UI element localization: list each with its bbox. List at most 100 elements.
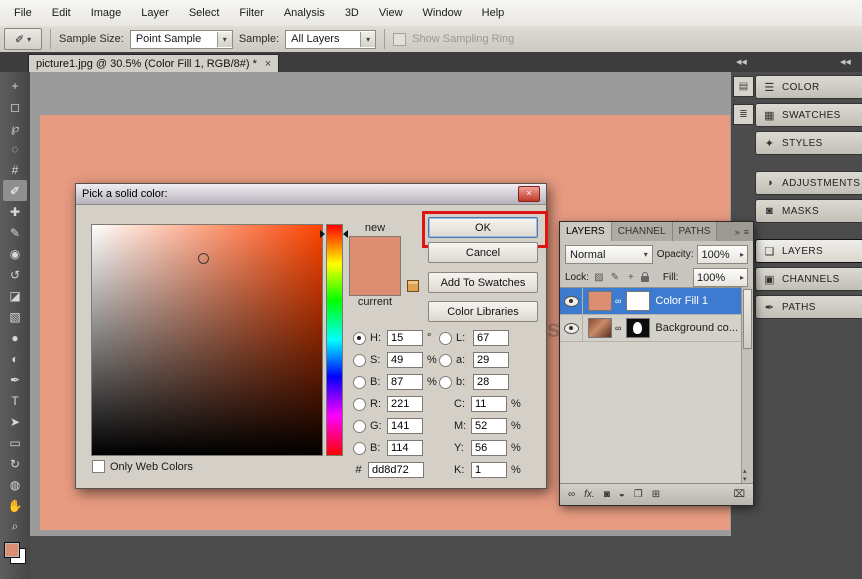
new-group-icon[interactable]: ❐ [634,489,643,500]
blend-mode-select[interactable]: Normal ▾ [565,245,653,264]
brush-tool[interactable]: ✎ [3,222,27,243]
cancel-button[interactable]: Cancel [428,242,538,263]
document-tab[interactable]: picture1.jpg @ 30.5% (Color Fill 1, RGB/… [28,54,279,73]
lock-position-icon[interactable]: + [625,272,637,283]
l-input[interactable] [473,330,509,346]
layer-row-color-fill[interactable]: ∞ Color Fill 1 [560,288,753,315]
menu-3d[interactable]: 3D [335,7,369,19]
ok-button[interactable]: OK [428,217,538,238]
lock-pixels-icon[interactable]: ✎ [609,272,621,283]
blur-tool[interactable]: ● [3,327,27,348]
collapsed-panel-button-2[interactable]: ≣ [733,104,754,125]
r-radio[interactable] [353,398,366,411]
sample-dropdown[interactable]: All Layers ▾ [285,30,376,49]
s-radio[interactable] [353,354,366,367]
scroll-up-icon[interactable]: ▴ [743,467,747,475]
tab-layers[interactable]: LAYERS [560,222,612,241]
lab-b-input[interactable] [473,374,509,390]
menu-analysis[interactable]: Analysis [274,7,335,19]
lock-transparency-icon[interactable]: ▨ [593,272,605,283]
a-radio[interactable] [439,354,452,367]
current-color-swatch[interactable] [350,266,400,295]
tab-channels[interactable]: CHANNEL [612,222,673,241]
layer-mask-thumbnail[interactable] [626,318,650,338]
panel-collapse-icon[interactable]: » [735,227,740,237]
close-icon[interactable]: × [518,186,540,202]
m-input[interactable] [471,418,507,434]
menu-window[interactable]: Window [413,7,472,19]
g-radio[interactable] [353,420,366,433]
crop-tool[interactable]: # [3,159,27,180]
new-adjustment-layer-icon[interactable]: ◒ [619,489,625,500]
scrollbar-thumb[interactable] [743,289,752,349]
3d-rotate-tool[interactable]: ↻ [3,453,27,474]
add-to-swatches-button[interactable]: Add To Swatches [428,272,538,293]
dodge-tool[interactable]: ◐ [3,348,27,369]
marquee-tool[interactable]: ◻ [3,96,27,117]
l-radio[interactable] [439,332,452,345]
layer-row-background-copy[interactable]: ∞ Background co... [560,315,753,342]
h-radio[interactable] [353,332,366,345]
rgb-b-input[interactable] [387,440,423,456]
panel-button-color[interactable]: ☰ COLOR [755,75,862,99]
g-input[interactable] [387,418,423,434]
zoom-tool[interactable]: ⌕ [3,516,27,537]
lasso-tool[interactable]: ℘ [3,117,27,138]
eraser-tool[interactable]: ◪ [3,285,27,306]
panel-button-swatches[interactable]: ▦ SWATCHES [755,103,862,127]
collapse-to-icons-button[interactable]: ◀◀ [736,58,747,66]
s-input[interactable] [387,352,423,368]
scroll-down-icon[interactable]: ▾ [743,475,747,483]
shape-tool[interactable]: ▭ [3,432,27,453]
eyedropper-tool[interactable]: ✐ [3,180,27,201]
b-input[interactable] [387,374,423,390]
show-sampling-ring-checkbox[interactable] [393,33,406,46]
clone-stamp-tool[interactable]: ◉ [3,243,27,264]
type-tool[interactable]: T [3,390,27,411]
menu-help[interactable]: Help [472,7,515,19]
k-input[interactable] [471,462,507,478]
visibility-cell[interactable] [560,315,583,341]
hue-marker-right-icon[interactable] [343,230,348,238]
mask-link-icon[interactable]: ∞ [615,296,621,306]
sample-size-dropdown[interactable]: Point Sample ▾ [130,30,233,49]
path-selection-tool[interactable]: ➤ [3,411,27,432]
hue-slider[interactable] [326,224,343,456]
layer-mask-thumbnail[interactable] [626,291,650,311]
panel-button-adjustments[interactable]: ◑ ADJUSTMENTS [755,171,862,195]
hand-tool[interactable]: ✋ [3,495,27,516]
y-input[interactable] [471,440,507,456]
collapse-dock-button[interactable]: ◀◀ [840,58,851,66]
pen-tool[interactable]: ✒ [3,369,27,390]
menu-filter[interactable]: Filter [229,7,273,19]
layers-scrollbar[interactable]: ▴ ▾ [741,287,753,484]
web-color-cube-icon[interactable] [407,280,419,292]
b-radio[interactable] [353,376,366,389]
layer-thumbnail[interactable] [588,291,612,311]
quick-selection-tool[interactable]: ◌ [3,138,27,159]
new-layer-icon[interactable]: ⊞ [652,489,660,500]
menu-layer[interactable]: Layer [131,7,179,19]
menu-edit[interactable]: Edit [42,7,81,19]
foreground-color-swatch[interactable] [4,542,20,558]
fill-field[interactable]: 100% ▸ [693,268,748,287]
color-field-marker[interactable] [198,253,209,264]
panel-button-masks[interactable]: ◙ MASKS [755,199,862,223]
lab-b-radio[interactable] [439,376,452,389]
hex-input[interactable] [368,462,424,478]
panel-button-channels[interactable]: ▣ CHANNELS [755,267,862,291]
delete-layer-icon[interactable]: ⌧ [733,489,745,500]
lock-all-icon[interactable] [641,276,649,282]
dialog-title-bar[interactable]: Pick a solid color: × [76,184,546,205]
r-input[interactable] [387,396,423,412]
panel-button-styles[interactable]: ✦ STYLES [755,131,862,155]
move-tool[interactable]: + [3,75,27,96]
panel-button-layers[interactable]: ❏ LAYERS [755,239,862,263]
menu-image[interactable]: Image [81,7,132,19]
collapsed-panel-button-1[interactable]: ▤ [733,76,754,97]
add-layer-mask-icon[interactable]: ◙ [604,489,610,500]
only-web-colors-checkbox[interactable] [92,460,105,473]
link-layers-icon[interactable]: ∞ [568,489,575,500]
layer-effects-icon[interactable]: fx. [584,489,595,500]
color-field[interactable] [91,224,323,456]
